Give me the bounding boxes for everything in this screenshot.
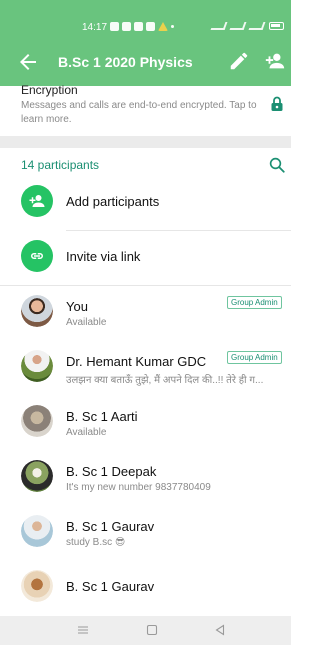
app-icon <box>146 22 155 31</box>
home-square-icon[interactable] <box>146 624 158 636</box>
participant-row[interactable]: B. Sc 1 Gaurav <box>0 562 291 616</box>
system-icons <box>210 22 284 30</box>
avatar <box>21 295 53 327</box>
participant-status: उलझन क्या बताऊँ तुझे, मैं अपने दिल की..!… <box>66 375 264 386</box>
search-icon[interactable] <box>268 156 286 174</box>
avatar <box>21 515 53 547</box>
encryption-description: Messages and calls are end-to-end encryp… <box>21 100 257 125</box>
row-divider <box>66 230 291 231</box>
message-icon <box>122 22 131 31</box>
add-participants-row[interactable]: Add participants <box>0 177 291 231</box>
more-dot-icon <box>171 25 174 28</box>
group-admin-badge: Group Admin <box>227 351 282 364</box>
notification-icons <box>110 22 174 31</box>
add-participant-circle <box>21 185 53 217</box>
avatar <box>21 350 53 382</box>
avatar <box>21 570 53 602</box>
group-admin-badge: Group Admin <box>227 296 282 309</box>
system-nav-bar <box>0 616 291 645</box>
participant-row[interactable]: You Available Group Admin <box>0 287 291 341</box>
participant-name: B. Sc 1 Gaurav <box>66 519 155 534</box>
lock-icon <box>271 96 283 111</box>
participant-row[interactable]: Dr. Hemant Kumar GDC उलझन क्या बताऊँ तुझ… <box>0 342 291 396</box>
participant-status: It's my new number 9837780409 <box>66 482 211 493</box>
status-bar: 14:17 <box>0 0 291 38</box>
app-bar: B.Sc 1 2020 Physics <box>0 38 291 86</box>
participant-name: B. Sc 1 Gaurav <box>66 579 155 594</box>
section-divider <box>0 136 291 148</box>
signal-icon <box>229 22 247 30</box>
back-triangle-icon[interactable] <box>214 624 226 636</box>
encryption-section[interactable]: Encryption Messages and calls are end-to… <box>0 83 291 134</box>
invite-via-link-label: Invite via link <box>66 249 141 264</box>
row-divider <box>0 285 291 286</box>
participant-status: Available <box>66 427 107 438</box>
back-arrow-icon[interactable] <box>16 50 40 74</box>
encryption-title: Encryption <box>21 83 78 97</box>
wifi-icon <box>248 22 266 30</box>
status-time: 14:17 <box>82 22 108 33</box>
participant-name: Dr. Hemant Kumar GDC <box>66 354 207 369</box>
drive-icon <box>158 22 168 31</box>
participant-row[interactable]: B. Sc 1 Deepak It's my new number 983778… <box>0 452 291 506</box>
link-icon <box>31 253 43 259</box>
participant-row[interactable]: B. Sc 1 Aarti Available <box>0 397 291 451</box>
video-icon <box>134 22 143 31</box>
invite-via-link-row[interactable]: Invite via link <box>0 232 291 286</box>
avatar <box>21 405 53 437</box>
invite-link-circle <box>21 240 53 272</box>
participant-name: You <box>66 299 88 314</box>
add-person-icon <box>29 195 45 207</box>
participant-name: B. Sc 1 Aarti <box>66 409 138 424</box>
signal-icon <box>210 22 228 30</box>
participant-status: study B.sc 😎 <box>66 537 126 548</box>
group-title: B.Sc 1 2020 Physics <box>58 54 193 70</box>
participants-count: 14 participants <box>21 158 100 172</box>
avatar <box>21 460 53 492</box>
menu-icon[interactable] <box>77 624 89 636</box>
edit-pencil-icon[interactable] <box>228 50 250 72</box>
add-person-icon[interactable] <box>264 50 286 72</box>
participant-name: B. Sc 1 Deepak <box>66 464 157 479</box>
add-participants-label: Add participants <box>66 194 160 209</box>
message-icon <box>110 22 119 31</box>
participant-status: Available <box>66 317 107 328</box>
participant-row[interactable]: B. Sc 1 Gaurav study B.sc 😎 <box>0 507 291 561</box>
battery-icon <box>269 22 284 30</box>
